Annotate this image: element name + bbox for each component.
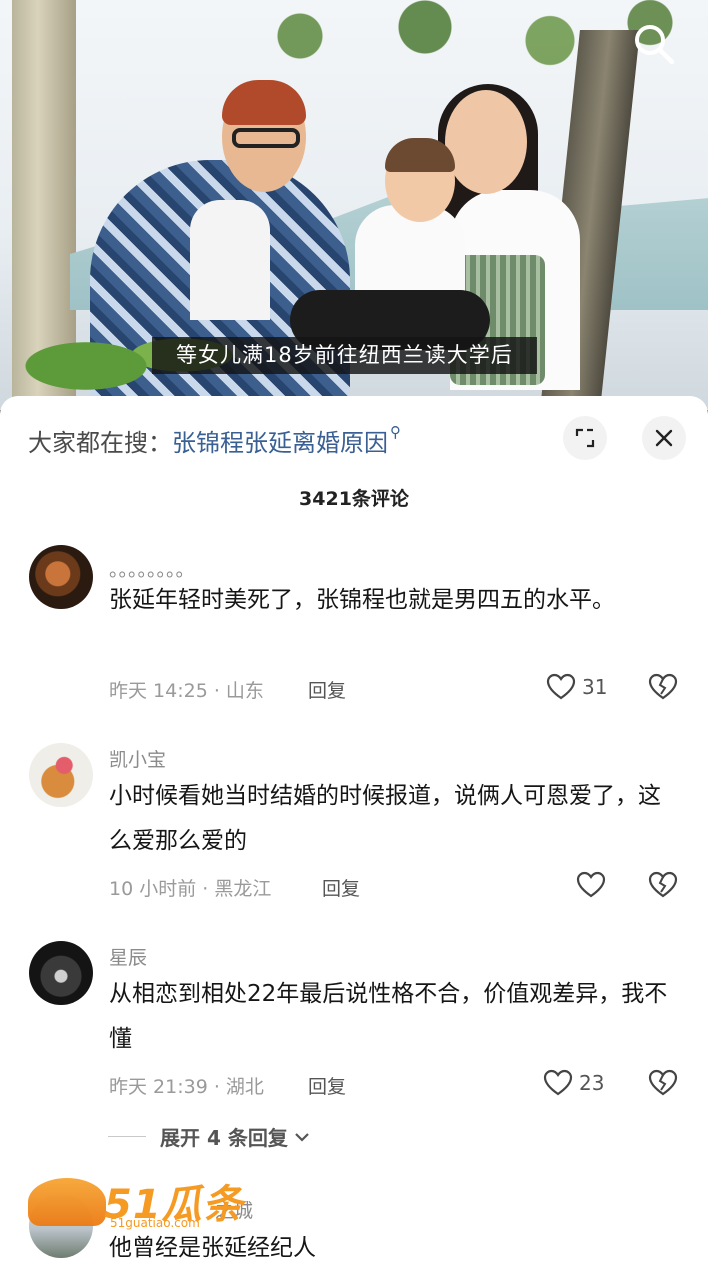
avatar[interactable] <box>29 1194 93 1258</box>
video-player[interactable]: 等女儿满18岁前往纽西兰读大学后 <box>0 0 708 410</box>
avatar[interactable] <box>29 941 93 1005</box>
heart-icon <box>576 871 606 898</box>
close-icon <box>655 429 673 447</box>
search-icon <box>635 25 675 65</box>
expand-icon <box>575 428 595 448</box>
comment-time: 10 小时前 · 黑龙江 <box>109 878 272 900</box>
broken-heart-icon <box>648 1069 678 1096</box>
comment-time: 昨天 14:25 · 山东 <box>109 680 264 702</box>
chevron-down-icon <box>295 1132 309 1142</box>
close-sheet-button[interactable] <box>642 416 686 460</box>
broken-heart-icon <box>648 871 678 898</box>
comment-count: 3421条评论 <box>299 488 409 510</box>
dislike-button[interactable] <box>648 1069 678 1097</box>
video-subtitle: 等女儿满18岁前往纽西兰读大学后 <box>152 337 537 374</box>
comment-time: 昨天 21:39 · 湖北 <box>109 1076 264 1098</box>
dislike-button[interactable] <box>648 871 678 899</box>
avatar[interactable] <box>29 545 93 609</box>
comment-text: 张延年轻时美死了，张锦程也就是男四五的水平。 <box>109 587 615 613</box>
heart-icon <box>543 1069 573 1096</box>
comment-username[interactable]: 星辰 <box>109 943 147 970</box>
reply-button[interactable]: 回复 <box>308 1072 346 1099</box>
avatar[interactable] <box>29 743 93 807</box>
hot-search-prefix: 大家都在搜： <box>28 429 172 457</box>
divider <box>108 1136 146 1137</box>
comment-text: 他曾经是张延经纪人 <box>109 1235 316 1261</box>
woman-head <box>445 90 527 194</box>
comment-text: 小时候看她当时结婚的时候报道，说俩人可恩爱了，这么爱那么爱的 <box>109 783 661 854</box>
expand-replies-button[interactable]: 展开 4 条回复 <box>108 1122 310 1151</box>
comment-sheet: 大家都在搜：张锦程张延离婚原因 ⚲ 3421条评论 。。。。。。。。 张延年轻时美… <box>0 396 708 1280</box>
expand-replies-label: 展开 4 条回复 <box>160 1126 288 1150</box>
like-count: 31 <box>582 675 608 699</box>
expand-sheet-button[interactable] <box>563 416 607 460</box>
magnifier-icon: ⚲ <box>390 423 401 441</box>
like-button[interactable] <box>576 871 612 899</box>
dislike-button[interactable] <box>648 673 678 701</box>
hot-search-keyword[interactable]: 张锦程张延离婚原因 <box>172 429 388 457</box>
like-count: 23 <box>579 1071 605 1095</box>
comment-username[interactable]: 凯小宝 <box>109 745 166 772</box>
like-button[interactable]: 31 <box>546 673 607 701</box>
search-button[interactable] <box>632 22 682 72</box>
hot-search-bar[interactable]: 大家都在搜：张锦程张延离婚原因 ⚲ <box>28 423 401 458</box>
reply-button[interactable]: 回复 <box>308 676 346 703</box>
comment-username[interactable]: 之城 <box>215 1196 253 1223</box>
heart-icon <box>546 673 576 700</box>
like-button[interactable]: 23 <box>543 1069 604 1097</box>
reply-button[interactable]: 回复 <box>322 874 360 901</box>
comment-text: 从相恋到相处22年最后说性格不合，价值观差异，我不懂 <box>109 981 668 1052</box>
broken-heart-icon <box>648 673 678 700</box>
man-glasses <box>232 128 300 148</box>
